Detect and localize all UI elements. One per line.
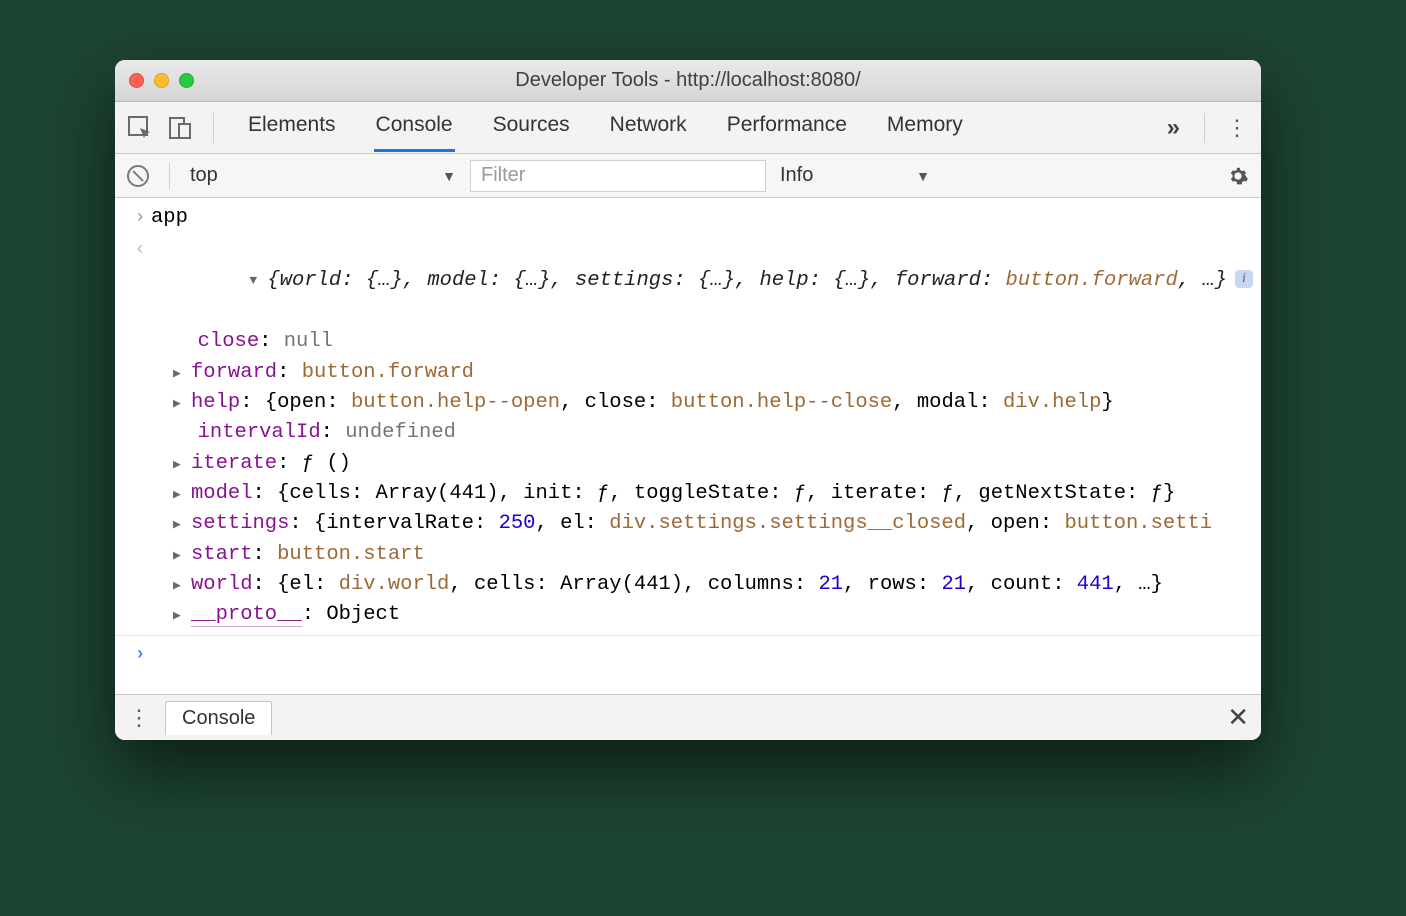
prop-intervalid[interactable]: intervalId: undefined	[151, 418, 1261, 448]
more-tabs-icon[interactable]: »	[1167, 114, 1176, 142]
disclosure-triangle-icon[interactable]: ▼	[249, 271, 263, 290]
close-window-button[interactable]	[129, 73, 144, 88]
console-output: › app ‹ ▼{world: {…}, model: {…}, settin…	[115, 198, 1261, 694]
tab-memory[interactable]: Memory	[885, 103, 965, 152]
context-selector[interactable]: top ▼	[190, 164, 456, 187]
console-input-echo: › app	[115, 202, 1261, 234]
inspect-element-icon[interactable]	[127, 115, 153, 141]
disclosure-triangle-icon[interactable]: ▶	[173, 364, 187, 383]
device-toolbar-icon[interactable]	[167, 115, 193, 141]
prop-iterate[interactable]: ▶iterate: ƒ ()	[151, 449, 1261, 479]
console-toolbar: top ▼ Info ▼	[115, 154, 1261, 198]
prop-start[interactable]: ▶start: button.start	[151, 540, 1261, 570]
drawer-menu-icon[interactable]: ⋮	[127, 705, 151, 731]
disclosure-triangle-icon[interactable]: ▶	[173, 515, 187, 534]
chevron-down-icon: ▼	[916, 168, 930, 184]
separator	[213, 113, 214, 143]
disclosure-triangle-icon[interactable]: ▶	[173, 394, 187, 413]
input-chevron-icon: ›	[129, 203, 151, 232]
context-value: top	[190, 164, 218, 187]
window-title: Developer Tools - http://localhost:8080/	[115, 69, 1261, 92]
disclosure-triangle-icon[interactable]: ▶	[173, 455, 187, 474]
separator	[1204, 113, 1205, 143]
disclosure-triangle-icon[interactable]: ▶	[173, 485, 187, 504]
object-summary[interactable]: ▼{world: {…}, model: {…}, settings: {…},…	[151, 235, 1247, 326]
devtools-window: Developer Tools - http://localhost:8080/…	[115, 60, 1261, 740]
prop-proto[interactable]: ▶__proto__: Object	[151, 600, 1261, 630]
tab-sources[interactable]: Sources	[491, 103, 572, 152]
gear-icon[interactable]	[1227, 165, 1249, 187]
prop-world[interactable]: ▶world: {el: div.world, cells: Array(441…	[151, 570, 1261, 600]
input-text[interactable]: app	[151, 203, 1247, 233]
tab-network[interactable]: Network	[608, 103, 689, 152]
traffic-lights	[129, 73, 194, 88]
clear-console-icon[interactable]	[127, 165, 149, 187]
disclosure-triangle-icon[interactable]: ▶	[173, 576, 187, 595]
kebab-menu-icon[interactable]: ⋮	[1225, 115, 1249, 141]
prop-settings[interactable]: ▶settings: {intervalRate: 250, el: div.s…	[151, 509, 1261, 539]
titlebar: Developer Tools - http://localhost:8080/	[115, 60, 1261, 102]
minimize-window-button[interactable]	[154, 73, 169, 88]
chevron-down-icon: ▼	[442, 168, 456, 184]
separator	[169, 163, 170, 189]
object-properties: close: null ▶forward: button.forward ▶he…	[115, 327, 1261, 630]
close-drawer-icon[interactable]: ✕	[1227, 702, 1249, 733]
prop-model[interactable]: ▶model: {cells: Array(441), init: ƒ, tog…	[151, 479, 1261, 509]
tab-performance[interactable]: Performance	[725, 103, 849, 152]
drawer-tab-console[interactable]: Console	[165, 701, 272, 735]
output-chevron-icon: ‹	[129, 235, 151, 264]
log-level-value: Info	[780, 164, 813, 187]
console-output-row[interactable]: ‹ ▼{world: {…}, model: {…}, settings: {……	[115, 234, 1261, 327]
disclosure-triangle-icon[interactable]: ▶	[173, 546, 187, 565]
console-prompt[interactable]: ›	[115, 635, 1261, 670]
zoom-window-button[interactable]	[179, 73, 194, 88]
tab-elements[interactable]: Elements	[246, 103, 338, 152]
log-level-selector[interactable]: Info ▼	[780, 164, 930, 187]
prop-help[interactable]: ▶help: {open: button.help--open, close: …	[151, 388, 1261, 418]
prompt-chevron-icon: ›	[129, 640, 151, 669]
prop-close[interactable]: close: null	[151, 327, 1261, 357]
prop-forward[interactable]: ▶forward: button.forward	[151, 358, 1261, 388]
panel-tabs: Elements Console Sources Network Perform…	[246, 103, 1153, 152]
drawer: ⋮ Console ✕	[115, 694, 1261, 740]
tab-console[interactable]: Console	[374, 103, 455, 152]
disclosure-triangle-icon[interactable]: ▶	[173, 606, 187, 625]
filter-input[interactable]	[470, 160, 766, 192]
main-toolbar: Elements Console Sources Network Perform…	[115, 102, 1261, 154]
info-badge-icon[interactable]: i	[1235, 270, 1253, 288]
